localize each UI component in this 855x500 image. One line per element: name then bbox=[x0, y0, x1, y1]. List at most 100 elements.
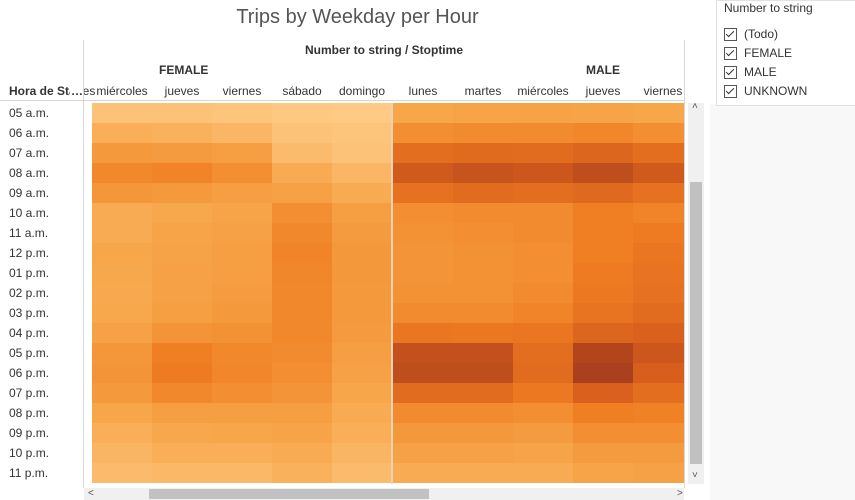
heat-cell-male-jueves-05pm[interactable] bbox=[573, 343, 633, 363]
heat-cell-male-viernes-09pm[interactable] bbox=[633, 423, 684, 443]
heat-cell-male-lunes-10pm[interactable] bbox=[393, 443, 453, 463]
heat-cell-female-sábado-05am[interactable] bbox=[272, 103, 332, 123]
heat-cell-female-domingo-04pm[interactable] bbox=[332, 323, 391, 343]
heat-cell-male-viernes-05am[interactable] bbox=[633, 103, 684, 123]
heat-cell-female-miércoles-05am[interactable] bbox=[92, 103, 152, 123]
heat-cell-male-martes-09pm[interactable] bbox=[453, 423, 513, 443]
heat-cell-female-domingo-03pm[interactable] bbox=[332, 303, 391, 323]
scroll-down-icon[interactable]: ˅ bbox=[692, 470, 698, 481]
heat-cell-male-lunes-07pm[interactable] bbox=[393, 383, 453, 403]
heat-cell-male-viernes-11pm[interactable] bbox=[633, 463, 684, 483]
scroll-up-icon[interactable]: ˄ bbox=[692, 101, 698, 112]
heat-cell-female-domingo-06am[interactable] bbox=[332, 123, 391, 143]
heat-cell-male-lunes-08pm[interactable] bbox=[393, 403, 453, 423]
vertical-scroll-thumb[interactable] bbox=[690, 182, 702, 464]
heat-cell-male-jueves-10am[interactable] bbox=[573, 203, 633, 223]
heat-cell-male-martes-01pm[interactable] bbox=[453, 263, 513, 283]
heat-cell-male-viernes-07pm[interactable] bbox=[633, 383, 684, 403]
heat-cell-male-lunes-05am[interactable] bbox=[393, 103, 453, 123]
heat-cell-female-jueves-01pm[interactable] bbox=[152, 263, 212, 283]
heat-cell-female-domingo-11pm[interactable] bbox=[332, 463, 391, 483]
heat-cell-female-domingo-08pm[interactable] bbox=[332, 403, 391, 423]
heat-cell-male-martes-06pm[interactable] bbox=[453, 363, 513, 383]
heat-cell-female-domingo-09am[interactable] bbox=[332, 183, 391, 203]
heat-cell-female-miércoles-10am[interactable] bbox=[92, 203, 152, 223]
checkbox-checked-icon[interactable] bbox=[724, 27, 737, 41]
heat-cell-female-sábado-07am[interactable] bbox=[272, 143, 332, 163]
heat-cell-female-sábado-06am[interactable] bbox=[272, 123, 332, 143]
heat-cell-female-viernes-10pm[interactable] bbox=[212, 443, 272, 463]
checkbox-checked-icon[interactable] bbox=[724, 84, 737, 98]
heat-cell-female-jueves-08am[interactable] bbox=[152, 163, 212, 183]
filter-option-female[interactable]: FEMALE bbox=[724, 45, 792, 61]
heat-cell-female-viernes-07pm[interactable] bbox=[212, 383, 272, 403]
heat-cell-female-jueves-11am[interactable] bbox=[152, 223, 212, 243]
heat-cell-female-viernes-08pm[interactable] bbox=[212, 403, 272, 423]
heat-cell-male-jueves-06am[interactable] bbox=[573, 123, 633, 143]
heat-cell-male-viernes-06pm[interactable] bbox=[633, 363, 684, 383]
heat-cell-female-sábado-07pm[interactable] bbox=[272, 383, 332, 403]
heat-cell-female-miércoles-12pm[interactable] bbox=[92, 243, 152, 263]
heat-cell-male-martes-03pm[interactable] bbox=[453, 303, 513, 323]
heat-cell-female-viernes-01pm[interactable] bbox=[212, 263, 272, 283]
heat-cell-female-domingo-01pm[interactable] bbox=[332, 263, 391, 283]
heat-cell-male-viernes-02pm[interactable] bbox=[633, 283, 684, 303]
heat-cell-male-miércoles-02pm[interactable] bbox=[513, 283, 573, 303]
heat-cell-male-martes-02pm[interactable] bbox=[453, 283, 513, 303]
heat-cell-female-viernes-11am[interactable] bbox=[212, 223, 272, 243]
heat-cell-male-martes-11am[interactable] bbox=[453, 223, 513, 243]
heat-cell-female-domingo-05am[interactable] bbox=[332, 103, 391, 123]
heat-cell-male-miércoles-06pm[interactable] bbox=[513, 363, 573, 383]
filter-option-male[interactable]: MALE bbox=[724, 64, 777, 80]
heat-cell-male-lunes-09am[interactable] bbox=[393, 183, 453, 203]
heat-cell-male-jueves-11pm[interactable] bbox=[573, 463, 633, 483]
heat-cell-male-lunes-12pm[interactable] bbox=[393, 243, 453, 263]
heat-cell-male-viernes-08am[interactable] bbox=[633, 163, 684, 183]
heat-cell-female-sábado-12pm[interactable] bbox=[272, 243, 332, 263]
heat-cell-female-jueves-08pm[interactable] bbox=[152, 403, 212, 423]
heat-cell-female-sábado-04pm[interactable] bbox=[272, 323, 332, 343]
heat-cell-female-miércoles-01pm[interactable] bbox=[92, 263, 152, 283]
heat-cell-male-miércoles-05pm[interactable] bbox=[513, 343, 573, 363]
heat-cell-male-miércoles-11pm[interactable] bbox=[513, 463, 573, 483]
heat-cell-female-jueves-03pm[interactable] bbox=[152, 303, 212, 323]
heat-cell-female-viernes-08am[interactable] bbox=[212, 163, 272, 183]
filter-option-todo[interactable]: (Todo) bbox=[724, 26, 778, 42]
heat-cell-female-viernes-06pm[interactable] bbox=[212, 363, 272, 383]
heat-cell-male-miércoles-10pm[interactable] bbox=[513, 443, 573, 463]
heat-cell-female-viernes-12pm[interactable] bbox=[212, 243, 272, 263]
heat-cell-female-miércoles-09am[interactable] bbox=[92, 183, 152, 203]
heat-cell-female-domingo-06pm[interactable] bbox=[332, 363, 391, 383]
heat-cell-male-miércoles-09am[interactable] bbox=[513, 183, 573, 203]
heat-cell-male-lunes-10am[interactable] bbox=[393, 203, 453, 223]
heat-cell-male-miércoles-09pm[interactable] bbox=[513, 423, 573, 443]
heat-cell-female-miércoles-02pm[interactable] bbox=[92, 283, 152, 303]
heat-cell-male-jueves-01pm[interactable] bbox=[573, 263, 633, 283]
heat-cell-male-viernes-12pm[interactable] bbox=[633, 243, 684, 263]
heatmap-canvas[interactable] bbox=[84, 103, 684, 484]
heat-cell-female-miércoles-10pm[interactable] bbox=[92, 443, 152, 463]
heat-cell-male-lunes-07am[interactable] bbox=[393, 143, 453, 163]
heat-cell-female-miércoles-03pm[interactable] bbox=[92, 303, 152, 323]
heat-cell-male-jueves-08am[interactable] bbox=[573, 163, 633, 183]
filter-option-unknown[interactable]: UNKNOWN bbox=[724, 83, 807, 99]
heat-cell-female-sábado-09am[interactable] bbox=[272, 183, 332, 203]
heat-cell-male-jueves-03pm[interactable] bbox=[573, 303, 633, 323]
heat-cell-male-martes-04pm[interactable] bbox=[453, 323, 513, 343]
heat-cell-female-domingo-02pm[interactable] bbox=[332, 283, 391, 303]
heat-cell-male-viernes-01pm[interactable] bbox=[633, 263, 684, 283]
heat-cell-female-viernes-09am[interactable] bbox=[212, 183, 272, 203]
heat-cell-female-sábado-01pm[interactable] bbox=[272, 263, 332, 283]
heat-cell-male-lunes-11pm[interactable] bbox=[393, 463, 453, 483]
heat-cell-male-jueves-11am[interactable] bbox=[573, 223, 633, 243]
heat-cell-female-domingo-09pm[interactable] bbox=[332, 423, 391, 443]
horizontal-scroll-thumb[interactable] bbox=[149, 489, 429, 499]
heat-cell-female-viernes-09pm[interactable] bbox=[212, 423, 272, 443]
heat-cell-male-lunes-11am[interactable] bbox=[393, 223, 453, 243]
heat-cell-male-martes-06am[interactable] bbox=[453, 123, 513, 143]
heat-cell-female-viernes-10am[interactable] bbox=[212, 203, 272, 223]
heat-cell-male-lunes-04pm[interactable] bbox=[393, 323, 453, 343]
heat-cell-male-jueves-06pm[interactable] bbox=[573, 363, 633, 383]
heat-cell-female-viernes-03pm[interactable] bbox=[212, 303, 272, 323]
heat-cell-female-miércoles-06pm[interactable] bbox=[92, 363, 152, 383]
